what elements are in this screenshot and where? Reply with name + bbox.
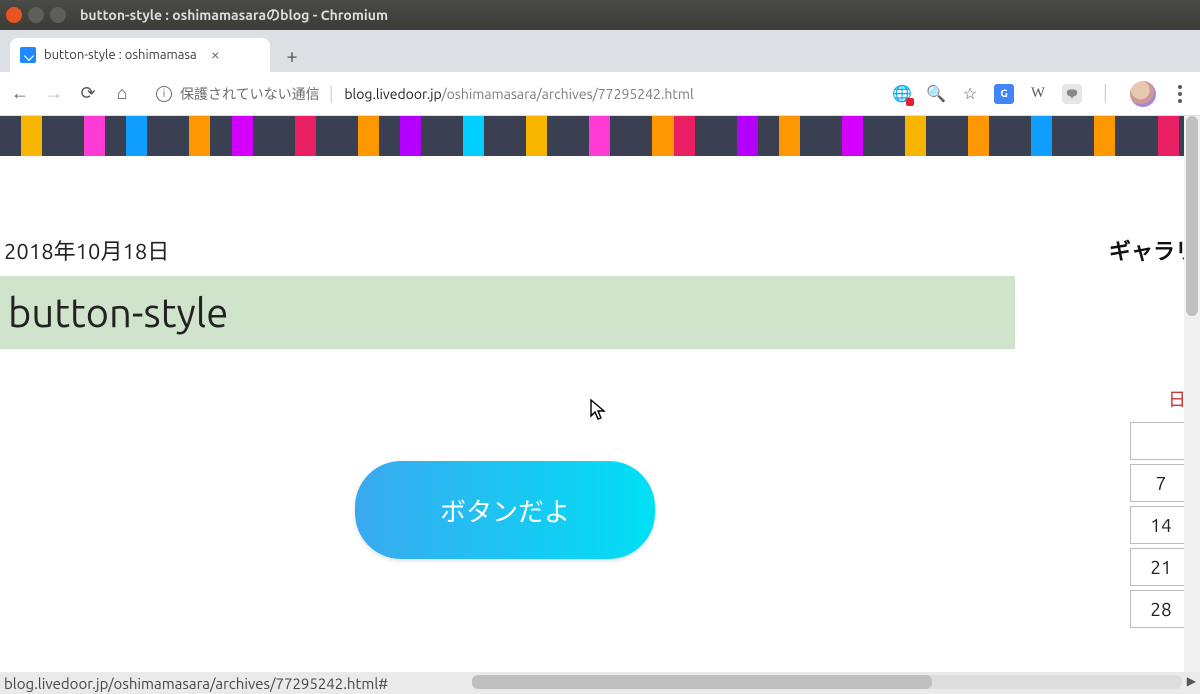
url-host: blog.livedoor.jp [344, 86, 441, 102]
status-link-text: blog.livedoor.jp/oshimamasara/archives/7… [0, 675, 388, 692]
calendar-cell [1130, 422, 1192, 460]
favicon-icon [20, 47, 36, 63]
forward-button[interactable]: → [44, 83, 64, 104]
line-ext-icon[interactable] [1062, 84, 1082, 104]
vertical-scroll-thumb[interactable] [1186, 116, 1198, 316]
window-maximize-button[interactable] [50, 7, 66, 23]
demo-button[interactable]: ボタンだよ [355, 461, 655, 559]
calendar-cell[interactable]: 14 [1130, 506, 1192, 544]
status-bar: blog.livedoor.jp/oshimamasara/archives/7… [0, 672, 1200, 694]
home-button[interactable]: ⌂ [112, 83, 132, 104]
post-title-box: button-style [0, 276, 1015, 349]
horizontal-scroll-arrow-icon[interactable]: ▶ [1187, 674, 1196, 688]
horizontal-scrollbar[interactable] [472, 675, 1182, 689]
calendar-cell[interactable]: 28 [1130, 590, 1192, 628]
toolbar-icons: 🌐 🔍 ☆ G W │ [892, 81, 1190, 107]
window-title-bar: button-style : oshimamasaraのblog - Chrom… [0, 0, 1200, 30]
mouse-cursor-icon [590, 399, 606, 425]
google-translate-ext-icon[interactable]: G [994, 84, 1014, 104]
reload-button[interactable]: ⟳ [78, 83, 98, 104]
address-bar[interactable]: i 保護されていない通信 │ blog.livedoor.jp/oshimama… [146, 79, 878, 109]
window-minimize-button[interactable] [28, 7, 44, 23]
site-info-icon[interactable]: i [156, 86, 172, 102]
window-close-button[interactable] [6, 7, 22, 23]
wikipedia-ext-icon[interactable]: W [1028, 84, 1048, 104]
tab-strip: button-style : oshimamasa × + [0, 30, 1200, 72]
url-path: /oshimamasara/archives/77295242.html [442, 86, 694, 102]
browser-toolbar: ← → ⟳ ⌂ i 保護されていない通信 │ blog.livedoor.jp/… [0, 72, 1200, 116]
browser-tab[interactable]: button-style : oshimamasa × [10, 38, 270, 72]
page-content: 2018年10月18日 button-style ボタンだよ ギャラリ 日 71… [0, 156, 1200, 672]
translate-status-icon[interactable]: 🌐 [892, 84, 912, 104]
back-button[interactable]: ← [10, 83, 30, 104]
bookmark-star-icon[interactable]: ☆ [960, 84, 980, 104]
header-color-stripe [0, 116, 1200, 156]
tab-close-button[interactable]: × [211, 47, 220, 63]
vertical-scrollbar[interactable] [1184, 116, 1200, 672]
horizontal-scroll-thumb[interactable] [472, 675, 932, 689]
zoom-icon[interactable]: 🔍 [926, 84, 946, 104]
post-date: 2018年10月18日 [0, 234, 1114, 266]
toolbar-divider: │ [1096, 84, 1116, 104]
post-title: button-style [8, 290, 1007, 335]
chrome-menu-button[interactable] [1170, 84, 1190, 104]
new-tab-button[interactable]: + [278, 41, 306, 69]
window-title: button-style : oshimamasaraのblog - Chrom… [80, 5, 388, 25]
profile-avatar[interactable] [1130, 81, 1156, 107]
tab-title: button-style : oshimamasa [44, 48, 197, 62]
security-label: 保護されていない通信 [180, 84, 320, 104]
calendar-cell[interactable]: 21 [1130, 548, 1192, 586]
demo-button-label: ボタンだよ [440, 492, 570, 529]
calendar-cell[interactable]: 7 [1130, 464, 1192, 502]
main-column: 2018年10月18日 button-style ボタンだよ [0, 156, 1114, 672]
